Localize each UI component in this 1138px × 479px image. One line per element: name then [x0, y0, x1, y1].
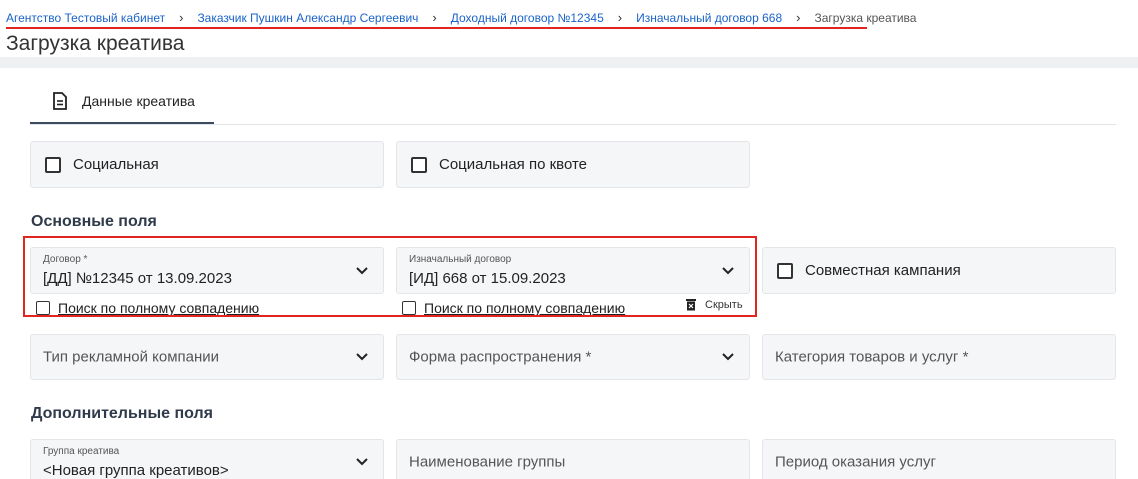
highlight-frame: [23, 236, 757, 317]
breadcrumb: Агентство Тестовый кабинет › Заказчик Пу…: [6, 10, 916, 25]
chevron-right-icon: ›: [179, 10, 184, 25]
chevron-right-icon: ›: [796, 10, 801, 25]
checkbox-label: Социальная по квоте: [439, 156, 588, 173]
breadcrumb-current: Загрузка креатива: [814, 10, 917, 25]
ad-type-select[interactable]: Тип рекламной компании: [30, 334, 384, 380]
checkbox-icon: [45, 156, 61, 173]
checkbox-icon: [411, 156, 427, 173]
field-label: Группа креатива: [43, 446, 120, 457]
breadcrumb-agency[interactable]: Агентство Тестовый кабинет: [6, 11, 165, 25]
section-extra-title: Дополнительные поля: [31, 405, 214, 422]
tabs-divider: [30, 124, 1116, 125]
page-title: Загрузка креатива: [6, 32, 185, 55]
chevron-down-icon: [356, 458, 368, 466]
joint-campaign-checkbox[interactable]: Совместная кампания: [762, 247, 1116, 294]
field-placeholder: Категория товаров и услуг *: [775, 348, 969, 366]
breadcrumb-initial-contract[interactable]: Изначальный договор 668: [636, 11, 782, 25]
social-checkbox[interactable]: Социальная: [30, 141, 384, 188]
creative-group-select[interactable]: Группа креатива <Новая группа креативов>: [30, 439, 384, 479]
tab-creative-data[interactable]: Данные креатива: [30, 80, 214, 124]
header-band: [0, 57, 1138, 68]
field-placeholder: Форма распространения *: [409, 348, 592, 366]
field-placeholder: Наименование группы: [409, 453, 566, 471]
chevron-down-icon: [722, 353, 734, 361]
breadcrumb-income-contract[interactable]: Доходный договор №12345: [451, 11, 604, 25]
field-placeholder: Тип рекламной компании: [43, 348, 220, 366]
field-value: <Новая группа креативов>: [43, 462, 229, 479]
tab-label: Данные креатива: [82, 93, 195, 109]
category-input[interactable]: Категория товаров и услуг *: [762, 334, 1116, 380]
checkbox-icon: [777, 262, 793, 279]
document-icon: [52, 92, 68, 110]
field-placeholder: Период оказания услуг: [775, 453, 936, 471]
chevron-right-icon: ›: [432, 10, 437, 25]
distribution-select[interactable]: Форма распространения *: [396, 334, 750, 380]
section-main-title: Основные поля: [31, 213, 157, 230]
checkbox-label: Социальная: [73, 156, 159, 173]
chevron-right-icon: ›: [617, 10, 623, 25]
breadcrumb-customer[interactable]: Заказчик Пушкин Александр Сергеевич: [197, 11, 418, 25]
social-quota-checkbox[interactable]: Социальная по квоте: [396, 141, 750, 188]
checkbox-label: Совместная кампания: [805, 262, 961, 279]
chevron-down-icon: [356, 353, 368, 361]
service-period-input[interactable]: Период оказания услуг: [762, 439, 1116, 479]
breadcrumb-highlight: [6, 27, 867, 29]
group-name-input[interactable]: Наименование группы: [396, 439, 750, 479]
